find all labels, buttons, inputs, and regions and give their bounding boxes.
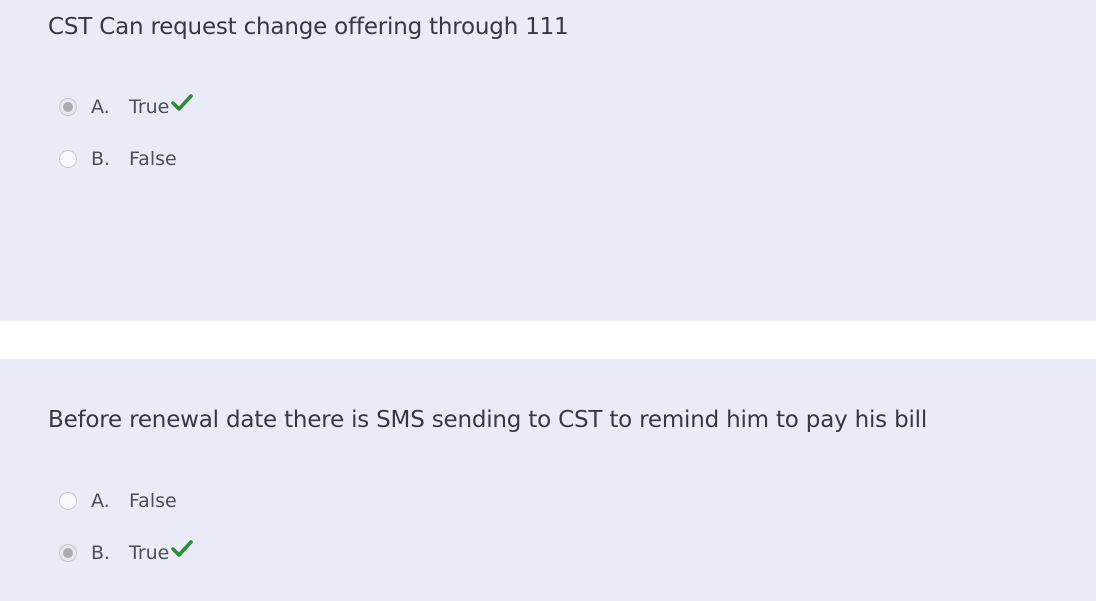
checkmark-icon bbox=[171, 94, 194, 111]
answer-option-b[interactable]: B. True bbox=[59, 540, 194, 566]
option-label: False bbox=[129, 490, 177, 512]
question-card-2: Before renewal date there is SMS sending… bbox=[0, 359, 1096, 601]
question-text: Before renewal date there is SMS sending… bbox=[48, 407, 928, 433]
answer-option-a[interactable]: A. False bbox=[59, 488, 177, 514]
option-letter: B. bbox=[91, 148, 111, 170]
option-label: True bbox=[129, 542, 170, 564]
option-label: True bbox=[129, 96, 170, 118]
option-letter: B. bbox=[91, 542, 111, 564]
option-letter: A. bbox=[91, 490, 110, 512]
question-text: CST Can request change offering through … bbox=[48, 14, 569, 40]
answer-option-b[interactable]: B. False bbox=[59, 146, 177, 172]
quiz-page: CST Can request change offering through … bbox=[0, 0, 1096, 601]
checkmark-icon bbox=[171, 540, 194, 557]
radio-button-selected[interactable] bbox=[59, 98, 77, 116]
answer-option-a[interactable]: A. True bbox=[59, 94, 194, 120]
radio-button-selected[interactable] bbox=[59, 544, 77, 562]
radio-button[interactable] bbox=[59, 492, 77, 510]
radio-button[interactable] bbox=[59, 150, 77, 168]
option-letter: A. bbox=[91, 96, 110, 118]
question-card-1: CST Can request change offering through … bbox=[0, 0, 1096, 321]
option-label: False bbox=[129, 148, 177, 170]
